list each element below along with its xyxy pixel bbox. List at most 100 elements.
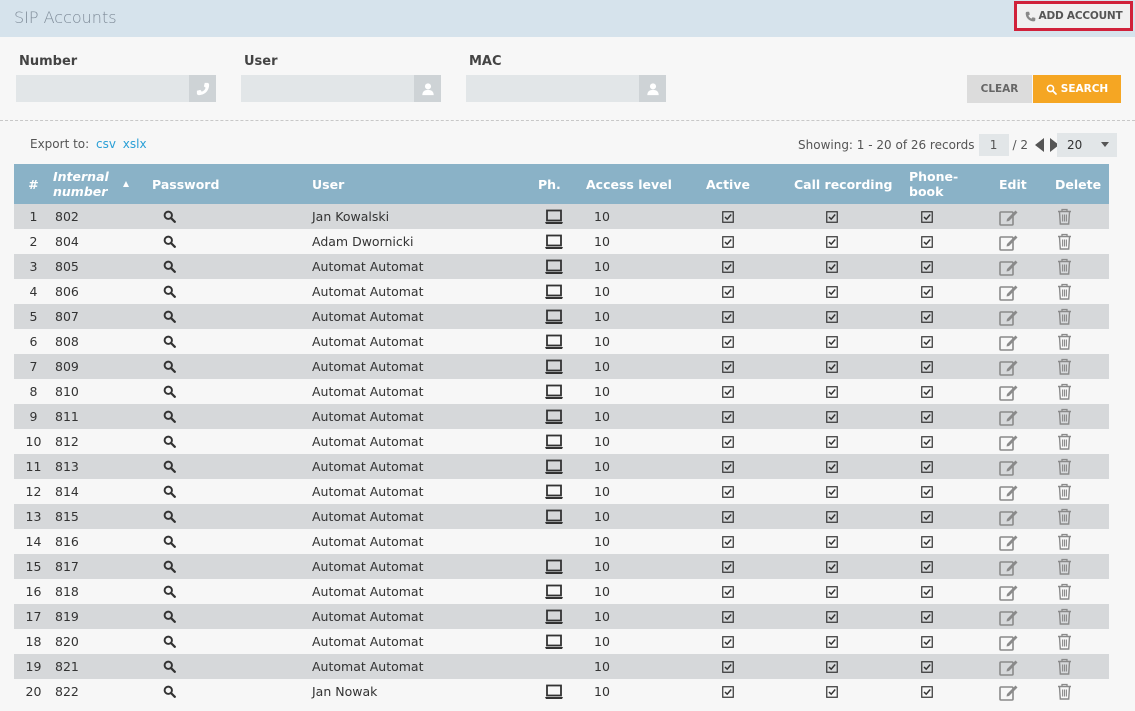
- phonebook-checkbox-icon[interactable]: [895, 535, 983, 548]
- edit-icon[interactable]: [983, 233, 1039, 251]
- edit-icon[interactable]: [983, 408, 1039, 426]
- trash-icon[interactable]: [1039, 233, 1109, 250]
- call-recording-checkbox-icon[interactable]: [786, 260, 895, 273]
- call-recording-checkbox-icon[interactable]: [786, 285, 895, 298]
- active-checkbox-icon[interactable]: [684, 560, 786, 573]
- call-recording-checkbox-icon[interactable]: [786, 535, 895, 548]
- trash-icon[interactable]: [1039, 383, 1109, 400]
- call-recording-checkbox-icon[interactable]: [786, 460, 895, 473]
- number-filter-field[interactable]: [16, 75, 216, 102]
- call-recording-checkbox-icon[interactable]: [786, 335, 895, 348]
- show-password-icon[interactable]: [152, 535, 312, 548]
- active-checkbox-icon[interactable]: [684, 535, 786, 548]
- edit-icon[interactable]: [983, 558, 1039, 576]
- show-password-icon[interactable]: [152, 235, 312, 248]
- add-account-button[interactable]: ADD ACCOUNT: [1014, 1, 1133, 31]
- laptop-icon[interactable]: [522, 284, 586, 300]
- call-recording-checkbox-icon[interactable]: [786, 210, 895, 223]
- show-password-icon[interactable]: [152, 635, 312, 648]
- active-checkbox-icon[interactable]: [684, 435, 786, 448]
- export-xslx-link[interactable]: xslx: [123, 137, 147, 151]
- trash-icon[interactable]: [1039, 433, 1109, 450]
- trash-icon[interactable]: [1039, 308, 1109, 325]
- edit-icon[interactable]: [983, 283, 1039, 301]
- edit-icon[interactable]: [983, 333, 1039, 351]
- phonebook-checkbox-icon[interactable]: [895, 235, 983, 248]
- edit-icon[interactable]: [983, 658, 1039, 676]
- mac-filter-field[interactable]: [466, 75, 666, 102]
- phonebook-checkbox-icon[interactable]: [895, 510, 983, 523]
- col-internal-number[interactable]: Internal number: [53, 164, 152, 204]
- show-password-icon[interactable]: [152, 410, 312, 423]
- call-recording-checkbox-icon[interactable]: [786, 435, 895, 448]
- phonebook-checkbox-icon[interactable]: [895, 335, 983, 348]
- phonebook-checkbox-icon[interactable]: [895, 410, 983, 423]
- active-checkbox-icon[interactable]: [684, 385, 786, 398]
- show-password-icon[interactable]: [152, 385, 312, 398]
- phonebook-checkbox-icon[interactable]: [895, 660, 983, 673]
- edit-icon[interactable]: [983, 583, 1039, 601]
- laptop-icon[interactable]: [522, 484, 586, 500]
- show-password-icon[interactable]: [152, 260, 312, 273]
- edit-icon[interactable]: [983, 458, 1039, 476]
- trash-icon[interactable]: [1039, 208, 1109, 225]
- trash-icon[interactable]: [1039, 358, 1109, 375]
- edit-icon[interactable]: [983, 308, 1039, 326]
- laptop-icon[interactable]: [522, 359, 586, 375]
- phonebook-checkbox-icon[interactable]: [895, 285, 983, 298]
- call-recording-checkbox-icon[interactable]: [786, 235, 895, 248]
- edit-icon[interactable]: [983, 383, 1039, 401]
- call-recording-checkbox-icon[interactable]: [786, 485, 895, 498]
- phonebook-checkbox-icon[interactable]: [895, 585, 983, 598]
- show-password-icon[interactable]: [152, 360, 312, 373]
- user-input[interactable]: [241, 75, 441, 102]
- call-recording-checkbox-icon[interactable]: [786, 685, 895, 698]
- trash-icon[interactable]: [1039, 583, 1109, 600]
- laptop-icon[interactable]: [522, 234, 586, 250]
- prev-page-icon[interactable]: [1035, 138, 1045, 152]
- phonebook-checkbox-icon[interactable]: [895, 685, 983, 698]
- trash-icon[interactable]: [1039, 533, 1109, 550]
- trash-icon[interactable]: [1039, 508, 1109, 525]
- show-password-icon[interactable]: [152, 560, 312, 573]
- phonebook-checkbox-icon[interactable]: [895, 560, 983, 573]
- active-checkbox-icon[interactable]: [684, 585, 786, 598]
- show-password-icon[interactable]: [152, 510, 312, 523]
- active-checkbox-icon[interactable]: [684, 260, 786, 273]
- page-number-input[interactable]: 1: [978, 134, 1009, 156]
- laptop-icon[interactable]: [522, 334, 586, 350]
- edit-icon[interactable]: [983, 258, 1039, 276]
- laptop-icon[interactable]: [522, 684, 586, 700]
- trash-icon[interactable]: [1039, 633, 1109, 650]
- user-filter-field[interactable]: [241, 75, 441, 102]
- active-checkbox-icon[interactable]: [684, 360, 786, 373]
- laptop-icon[interactable]: [522, 259, 586, 275]
- trash-icon[interactable]: [1039, 608, 1109, 625]
- call-recording-checkbox-icon[interactable]: [786, 360, 895, 373]
- call-recording-checkbox-icon[interactable]: [786, 610, 895, 623]
- show-password-icon[interactable]: [152, 210, 312, 223]
- edit-icon[interactable]: [983, 208, 1039, 226]
- trash-icon[interactable]: [1039, 408, 1109, 425]
- laptop-icon[interactable]: [522, 509, 586, 525]
- phonebook-checkbox-icon[interactable]: [895, 485, 983, 498]
- call-recording-checkbox-icon[interactable]: [786, 635, 895, 648]
- trash-icon[interactable]: [1039, 483, 1109, 500]
- trash-icon[interactable]: [1039, 558, 1109, 575]
- show-password-icon[interactable]: [152, 685, 312, 698]
- active-checkbox-icon[interactable]: [684, 660, 786, 673]
- call-recording-checkbox-icon[interactable]: [786, 310, 895, 323]
- call-recording-checkbox-icon[interactable]: [786, 385, 895, 398]
- active-checkbox-icon[interactable]: [684, 235, 786, 248]
- edit-icon[interactable]: [983, 608, 1039, 626]
- mac-input[interactable]: [466, 75, 666, 102]
- show-password-icon[interactable]: [152, 585, 312, 598]
- show-password-icon[interactable]: [152, 485, 312, 498]
- phonebook-checkbox-icon[interactable]: [895, 260, 983, 273]
- phonebook-checkbox-icon[interactable]: [895, 610, 983, 623]
- edit-icon[interactable]: [983, 633, 1039, 651]
- edit-icon[interactable]: [983, 683, 1039, 701]
- clear-button[interactable]: CLEAR: [967, 75, 1032, 103]
- active-checkbox-icon[interactable]: [684, 460, 786, 473]
- trash-icon[interactable]: [1039, 333, 1109, 350]
